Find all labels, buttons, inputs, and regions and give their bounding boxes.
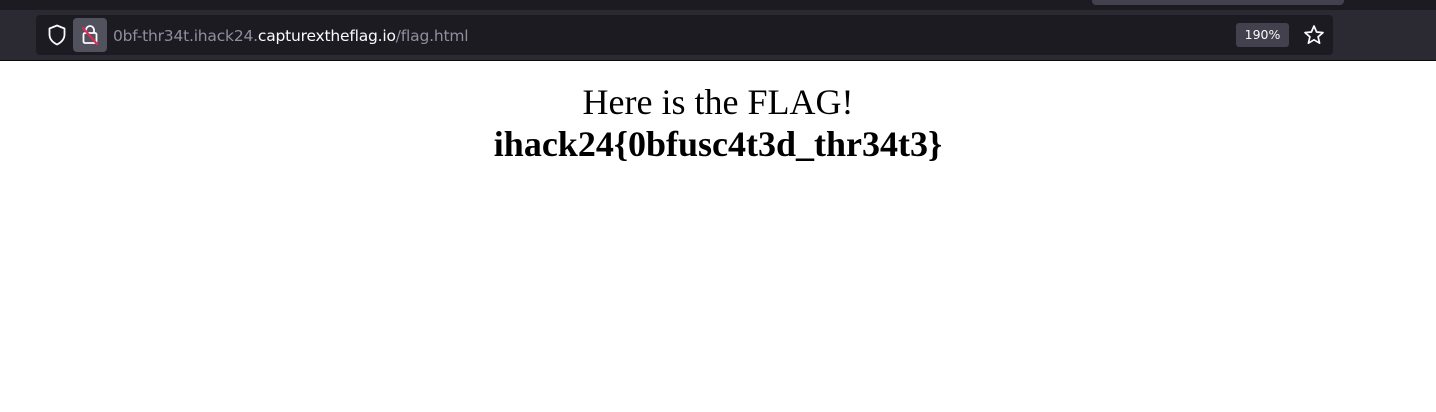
tab[interactable] [1092,0,1344,5]
tab-strip [0,0,1436,10]
page-content: Here is the FLAG! ihack24{0bfusc4t3d_thr… [0,61,1436,412]
browser-chrome: 0bf-thr34t.ihack24.capturextheflag.io/fl… [0,0,1436,61]
zoom-reset-button[interactable]: 190% [1236,23,1289,47]
page-headline: Here is the FLAG! [582,82,854,122]
address-bar[interactable]: 0bf-thr34t.ihack24.capturextheflag.io/fl… [36,15,1333,55]
url-text[interactable]: 0bf-thr34t.ihack24.capturextheflag.io/fl… [113,15,469,55]
flag-text: ihack24{0bfusc4t3d_thr34t3} [493,124,943,164]
url-domain: capturextheflag.io [257,27,396,45]
star-icon[interactable] [1303,24,1325,46]
insecure-lock-icon[interactable] [73,18,107,52]
url-subdomain: 0bf-thr34t.ihack24. [113,27,258,45]
shield-icon[interactable] [45,23,69,47]
url-path: /flag.html [395,27,469,45]
